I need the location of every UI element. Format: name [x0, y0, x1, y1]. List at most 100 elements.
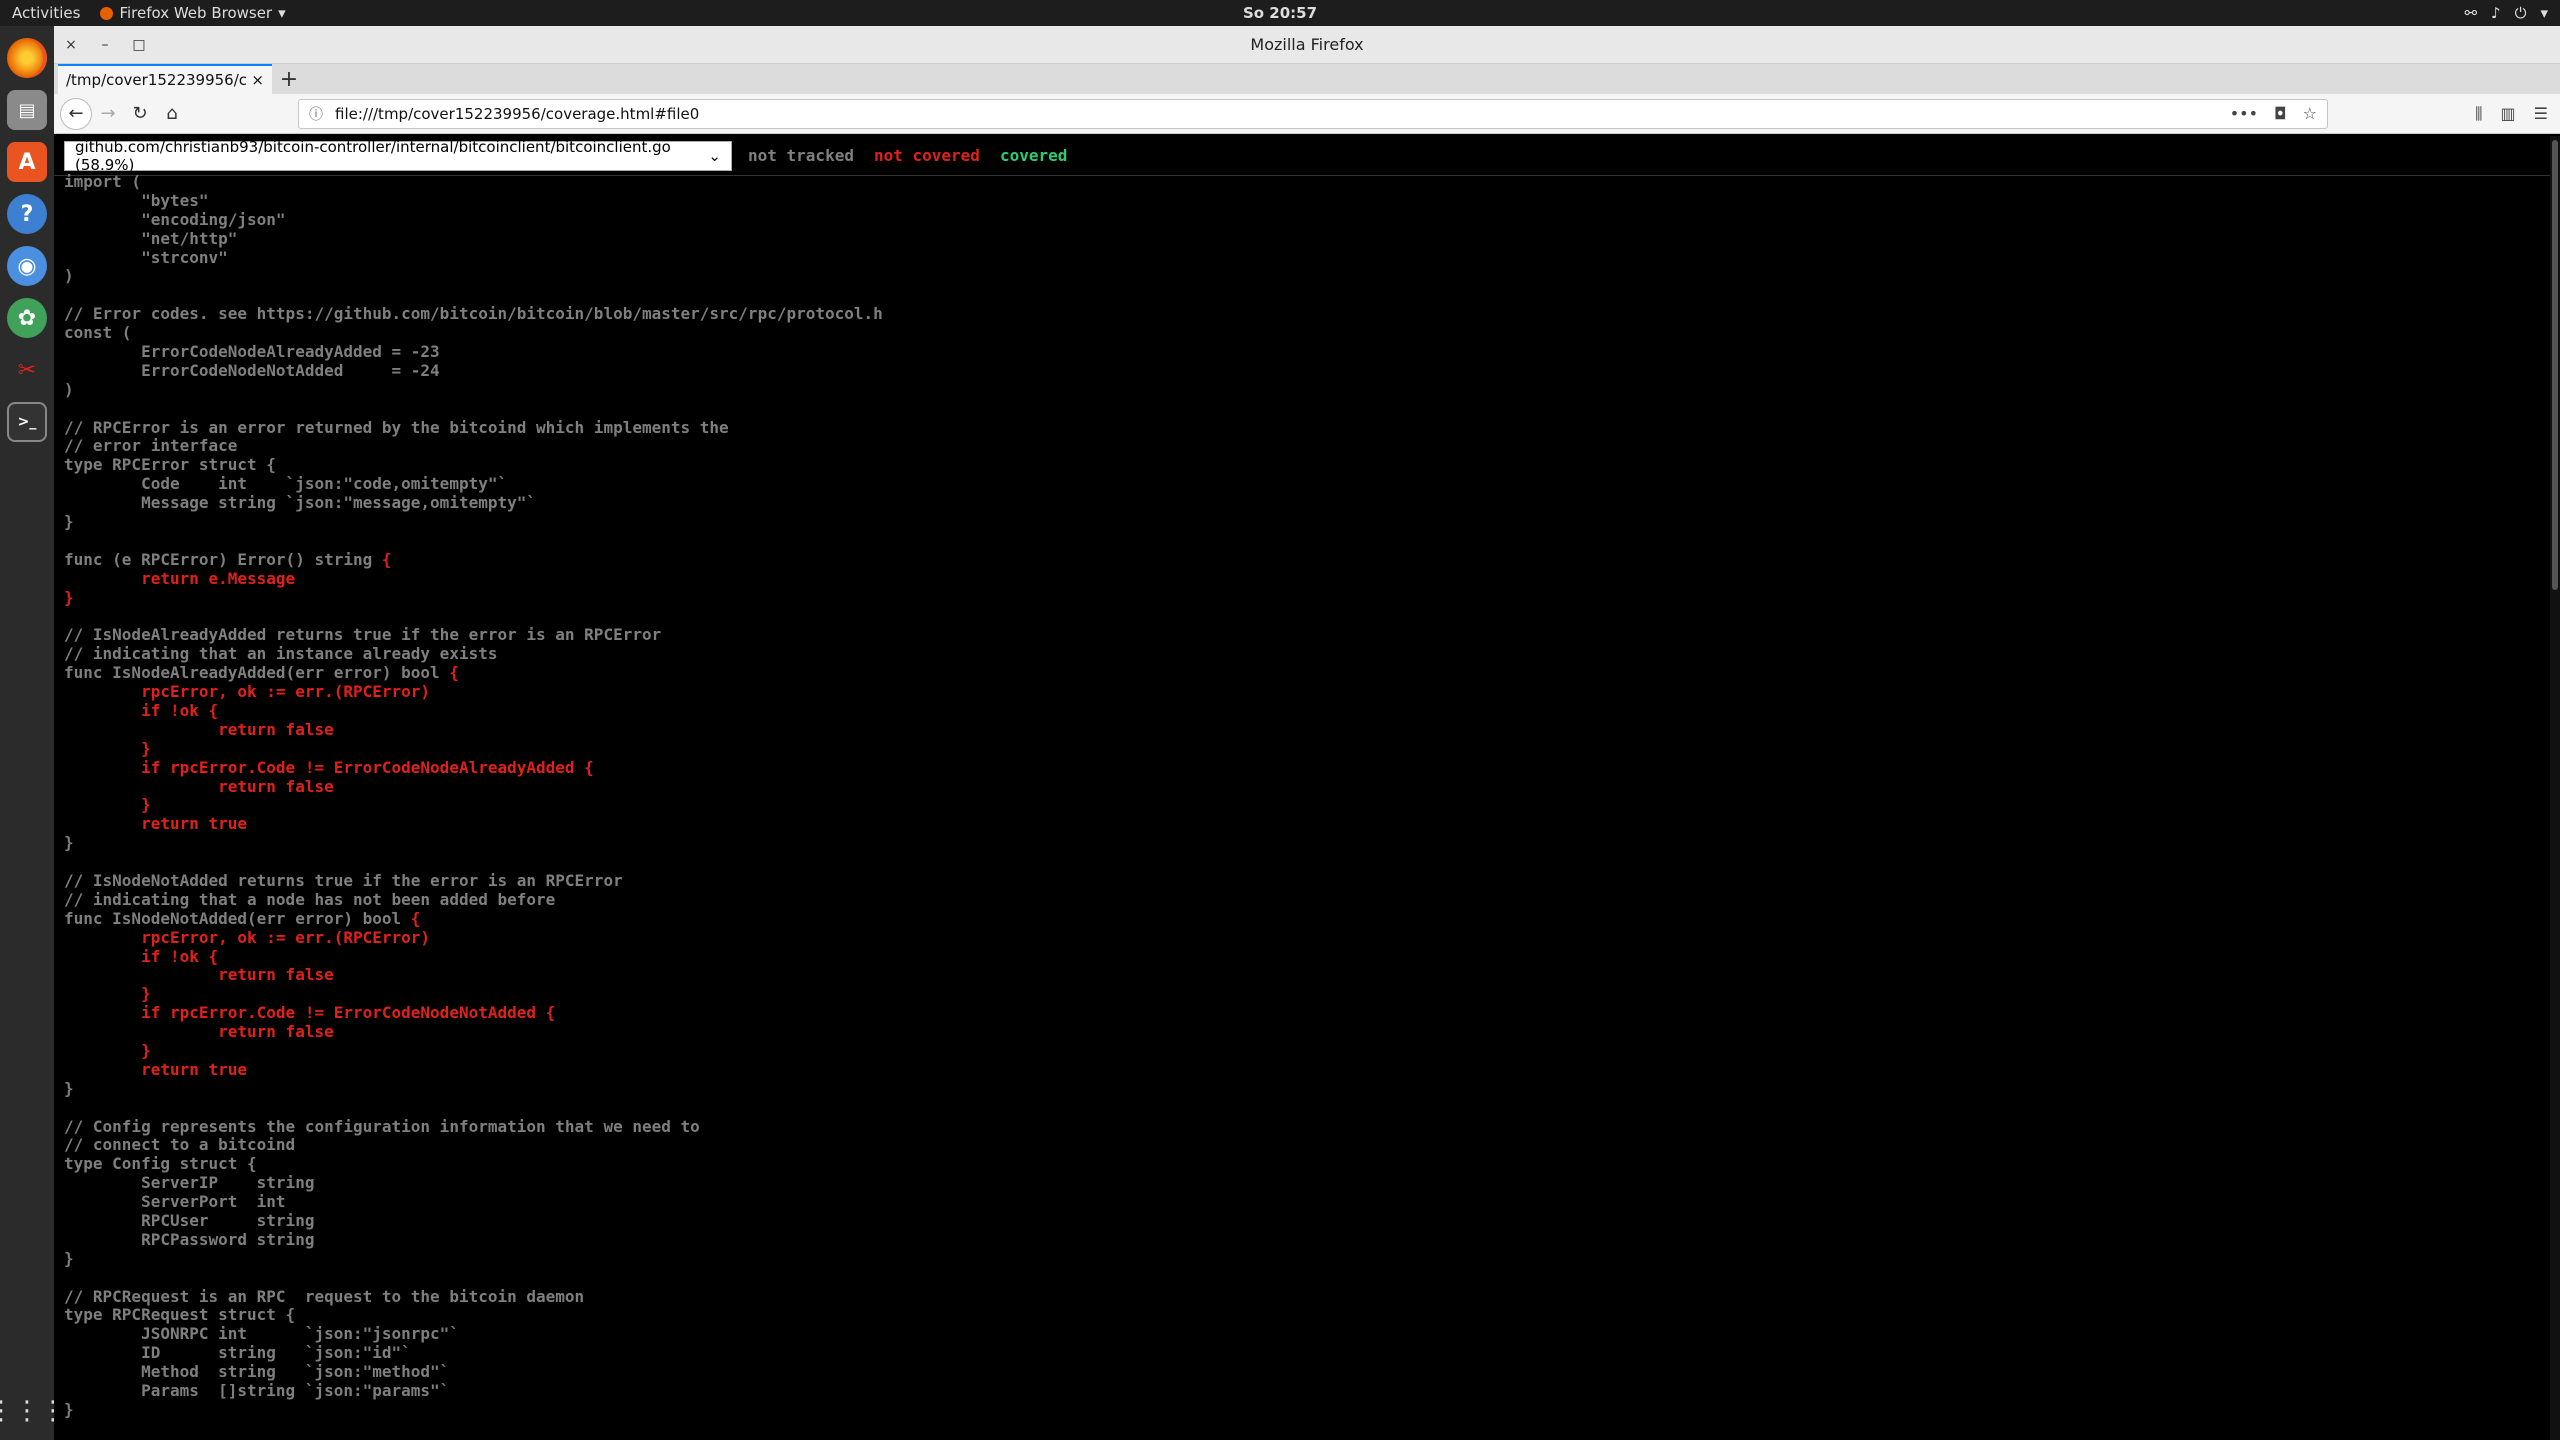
code-text-uncovered: {	[381, 549, 392, 569]
code-line: Params []string `json:"params"`	[64, 1381, 2560, 1401]
power-icon: ⏻	[2514, 4, 2527, 22]
code-line: // error interface	[64, 437, 2560, 456]
dock-app-icon[interactable]: ✿	[7, 298, 47, 338]
code-line: }	[64, 588, 2560, 608]
code-line: if !ok {	[64, 701, 2560, 721]
coverage-topbar: github.com/christianb93/bitcoin-controll…	[54, 136, 2560, 176]
forward-button[interactable]: →	[92, 98, 124, 130]
code-line: "strconv"	[64, 247, 2560, 268]
code-text: // IsNodeAlreadyAdded returns true if th…	[64, 625, 662, 645]
code-line: }	[64, 739, 2560, 759]
dock-firefox-icon[interactable]	[7, 38, 47, 78]
code-line: return true	[64, 1059, 2560, 1080]
code-text: return true	[64, 814, 248, 834]
code-line: // connect to a bitcoind	[64, 1135, 2560, 1155]
sidebar-icon[interactable]: ▥	[2501, 104, 2516, 124]
code-line: ServerPort int	[64, 1192, 2560, 1212]
tab-coverage[interactable]: /tmp/cover152239956/coverage.html#file0 …	[58, 64, 272, 94]
code-line: func IsNodeNotAdded(err error) bool {	[64, 909, 2560, 929]
code-text: // Config represents the configuration i…	[64, 1116, 700, 1136]
code-text: func IsNodeAlreadyAdded(err error) bool	[64, 663, 450, 683]
home-button[interactable]: ⌂	[156, 98, 188, 130]
code-text: type RPCError struct {	[64, 455, 276, 475]
code-line: ServerIP string	[64, 1173, 2560, 1193]
code-line: ErrorCodeNodeNotAdded = -24	[64, 361, 2560, 381]
dock-files-icon[interactable]: ▤	[7, 90, 47, 130]
code-line: const (	[64, 323, 2560, 343]
code-text: JSONRPC int `json:"jsonrpc"`	[64, 1324, 459, 1344]
code-text: "encoding/json"	[64, 209, 286, 229]
code-line: }	[64, 795, 2560, 815]
code-line: JSONRPC int `json:"jsonrpc"`	[64, 1324, 2560, 1344]
close-tab-icon[interactable]: ×	[251, 71, 264, 89]
code-text: // RPCError is an error returned by the …	[64, 417, 729, 437]
code-text: return false	[64, 719, 334, 739]
dock-tool-icon[interactable]: ✂	[7, 350, 47, 390]
page-actions-icon[interactable]: •••	[2230, 104, 2258, 123]
code-text: Message string `json:"message,omitempty"…	[64, 493, 537, 513]
code-line: return false	[64, 776, 2560, 797]
pocket-icon[interactable]: ◘	[2274, 104, 2287, 123]
file-select[interactable]: github.com/christianb93/bitcoin-controll…	[64, 138, 732, 174]
dock-software-icon[interactable]: A	[7, 142, 47, 182]
page-scrollbar[interactable]	[2550, 136, 2560, 1440]
code-line: rpcError, ok := err.(RPCError)	[64, 682, 2560, 702]
code-line: type RPCError struct {	[64, 455, 2560, 475]
app-menu[interactable]: Firefox Web Browser ▾	[92, 4, 286, 22]
code-line: // indicating that a node has not been a…	[64, 889, 2560, 910]
home-icon: ⌂	[166, 103, 178, 124]
code-text: // indicating that an instance already e…	[64, 644, 498, 664]
maximize-window-button[interactable]: □	[122, 37, 156, 53]
dock-terminal-icon[interactable]: >_	[7, 402, 47, 442]
library-icon[interactable]: ⫼	[2475, 104, 2482, 124]
code-text: RPCPassword string	[64, 1229, 315, 1249]
dock-chromium-icon[interactable]: ◉	[7, 246, 47, 286]
legend-not-covered: not covered	[873, 146, 980, 165]
code-line: return false	[64, 965, 2560, 985]
system-tray[interactable]: ⚯ ♪ ⏻ ▾	[2464, 4, 2548, 22]
code-line: }	[64, 833, 2560, 853]
bookmark-star-icon[interactable]: ☆	[2303, 104, 2317, 123]
code-text: if !ok {	[64, 946, 219, 966]
back-button[interactable]: ←	[60, 97, 92, 130]
code-line: }	[64, 1249, 2560, 1269]
code-text: "bytes"	[64, 190, 209, 210]
code-line: if !ok {	[64, 946, 2560, 967]
new-tab-button[interactable]: +	[272, 64, 306, 94]
code-line: // indicating that an instance already e…	[64, 644, 2560, 664]
clock[interactable]: So 20:57	[1243, 4, 1317, 22]
activities-button[interactable]: Activities	[0, 4, 92, 22]
code-line: Method string `json:"method"`	[64, 1362, 2560, 1382]
reload-button[interactable]: ↻	[124, 98, 156, 130]
close-window-button[interactable]: ×	[54, 37, 88, 53]
code-text: // indicating that a node has not been a…	[64, 889, 556, 909]
code-line: RPCPassword string	[64, 1229, 2560, 1250]
code-text: return true	[64, 1059, 248, 1079]
code-text: Method string `json:"method"`	[64, 1362, 450, 1382]
site-info-icon[interactable]: ⓘ	[309, 104, 323, 124]
code-text: "strconv"	[64, 247, 228, 267]
code-text: if rpcError.Code != ErrorCodeNodeNotAdde…	[64, 1003, 556, 1023]
code-line: // Error codes. see https://github.com/b…	[64, 304, 2560, 324]
scrollbar-thumb[interactable]	[2552, 140, 2558, 590]
coverage-legend: not tracked not covered covered	[748, 146, 1067, 165]
code-text: type RPCRequest struct {	[64, 1305, 296, 1325]
code-line: )	[64, 267, 2560, 286]
code-text: )	[64, 266, 74, 286]
url-text[interactable]: file:///tmp/cover152239956/coverage.html…	[335, 105, 2230, 123]
code-text: // RPCRequest is an RPC request to the b…	[64, 1286, 585, 1306]
code-text: if rpcError.Code != ErrorCodeNodeAlready…	[64, 757, 594, 777]
tab-bar: /tmp/cover152239956/coverage.html#file0 …	[54, 64, 2560, 94]
code-text: }	[64, 1078, 74, 1098]
url-bar[interactable]: ⓘ file:///tmp/cover152239956/coverage.ht…	[298, 98, 2328, 129]
code-text: Params []string `json:"params"`	[64, 1381, 450, 1400]
menu-icon[interactable]: ☰	[2534, 104, 2548, 124]
dock-help-icon[interactable]: ?	[7, 194, 47, 234]
code-text: const (	[64, 323, 132, 343]
code-line: return false	[64, 719, 2560, 740]
code-text: return false	[64, 776, 334, 796]
minimize-window-button[interactable]: –	[88, 37, 122, 53]
